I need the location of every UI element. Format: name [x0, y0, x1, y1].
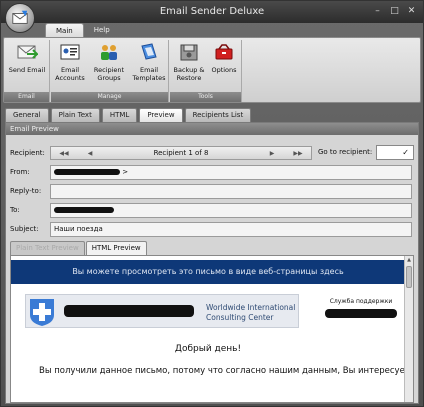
tab-recipients-list[interactable]: Recipients List [184, 108, 252, 122]
maximize-icon[interactable]: □ [387, 4, 402, 18]
from-label: From: [10, 168, 30, 176]
ribbon-group-label: Manage [51, 92, 168, 102]
next-recipient-icon[interactable]: ▶ [259, 150, 285, 157]
app-window: Email Sender Deluxe – □ ✕ Main Help Send… [0, 0, 424, 407]
previous-recipient-icon[interactable]: ◀ [77, 150, 103, 157]
tab-preview[interactable]: Preview [139, 108, 183, 122]
ribbon-tab-strip: Main Help [45, 23, 120, 37]
logo-line-1: Worldwide International [206, 303, 296, 312]
ribbon-tab-help[interactable]: Help [84, 23, 120, 37]
window-title: Email Sender Deluxe [159, 6, 265, 17]
html-preview-area: Вы можете просмотреть это письмо в виде … [10, 255, 414, 403]
logo-line-2: Consulting Center [206, 313, 274, 322]
tab-plain-text-preview[interactable]: Plain Text Preview [10, 241, 85, 255]
to-field[interactable] [50, 202, 412, 218]
reply-to-label: Reply-to: [10, 187, 42, 195]
shield-cross-icon [30, 299, 54, 326]
first-recipient-icon[interactable]: ◀◀ [51, 150, 77, 157]
to-label: To: [10, 206, 20, 214]
application-menu-button[interactable] [5, 3, 35, 33]
minimize-icon[interactable]: – [370, 4, 385, 18]
close-icon[interactable]: ✕ [404, 4, 419, 18]
preview-tab-strip: Plain Text Preview HTML Preview [10, 241, 147, 255]
window-controls: – □ ✕ [370, 4, 419, 18]
document-tab-strip: General Plain Text HTML Preview Recipien… [5, 108, 252, 122]
from-value-suffix: > [122, 167, 129, 176]
app-logo-icon [12, 10, 28, 24]
email-templates-icon [141, 43, 157, 60]
title-bar: Email Sender Deluxe – □ ✕ [1, 1, 423, 23]
ribbon-group-label: Email [4, 92, 49, 102]
email-templates-button[interactable]: Email Templates [131, 42, 167, 82]
options-button[interactable]: Options [208, 42, 240, 74]
tab-html-preview[interactable]: HTML Preview [85, 241, 147, 255]
from-row: From: > [10, 164, 412, 180]
ribbon-group-email: Send Email Email [4, 40, 50, 102]
reply-to-field[interactable] [50, 183, 412, 199]
tab-general[interactable]: General [5, 108, 49, 122]
redacted-scribble [54, 168, 120, 175]
last-recipient-icon[interactable]: ▶▶ [285, 150, 311, 157]
recipient-label: Recipient: [10, 149, 45, 157]
redacted-scribble [325, 309, 397, 318]
email-preview-panel: Email Preview Recipient: ◀◀ ◀ Recipient … [5, 122, 419, 404]
recipient-groups-label: Recipient Groups [93, 66, 125, 82]
email-accounts-button[interactable]: Email Accounts [53, 42, 87, 82]
reply-to-row: Reply-to: [10, 183, 412, 199]
ribbon-group-label: Tools [170, 92, 241, 102]
recipient-navigator: ◀◀ ◀ Recipient 1 of 8 ▶ ▶▶ [50, 146, 312, 160]
options-icon [215, 44, 233, 60]
checkmark-icon: ✓ [402, 148, 409, 157]
goto-recipient-dropdown[interactable]: ✓ [376, 145, 414, 160]
scroll-thumb[interactable] [406, 266, 412, 288]
support-label: Служба поддержки [329, 298, 393, 305]
preview-scrollbar[interactable]: ▲ [404, 256, 413, 402]
options-label: Options [211, 66, 237, 74]
backup-restore-label: Backup & Restore [173, 66, 205, 82]
greeting: Добрый день! [174, 344, 242, 354]
web-version-banner[interactable]: Вы можете просмотреть это письмо в виде … [11, 260, 405, 284]
tab-html[interactable]: HTML [101, 108, 138, 122]
email-accounts-label: Email Accounts [55, 66, 85, 82]
recipient-row: Recipient: [10, 145, 50, 161]
subject-label: Subject: [10, 225, 39, 233]
scroll-up-icon[interactable]: ▲ [405, 256, 413, 264]
email-accounts-icon [60, 44, 80, 60]
send-email-icon [17, 45, 40, 59]
subject-row: Subject: Наши поезда [10, 221, 412, 237]
backup-restore-icon [180, 44, 198, 61]
backup-restore-button[interactable]: Backup & Restore [172, 42, 206, 82]
send-email-label: Send Email [8, 66, 46, 74]
recipient-groups-icon [101, 45, 117, 60]
email-templates-label: Email Templates [132, 66, 166, 82]
redacted-scribble [64, 305, 194, 317]
goto-recipient-label: Go to recipient: [318, 148, 373, 156]
recipient-groups-button[interactable]: Recipient Groups [90, 42, 128, 82]
ribbon: Send Email Email Email Accounts Recipien… [3, 37, 421, 103]
redacted-scribble [54, 206, 114, 213]
panel-header: Email Preview [6, 123, 418, 135]
ribbon-group-tools: Backup & Restore Options Tools [170, 40, 242, 102]
from-field[interactable]: > [50, 164, 412, 180]
company-logo-banner: Worldwide International Consulting Cente… [25, 294, 299, 328]
recipient-counter: Recipient 1 of 8 [153, 149, 209, 157]
tab-plain-text[interactable]: Plain Text [50, 108, 100, 122]
send-email-button[interactable]: Send Email [6, 42, 48, 74]
to-row: To: [10, 202, 412, 218]
logo-text: Worldwide International Consulting Cente… [206, 303, 295, 323]
ribbon-group-manage: Email Accounts Recipient Groups Email Te… [51, 40, 169, 102]
support-block: Служба поддержки [321, 298, 401, 318]
ribbon-tab-main[interactable]: Main [45, 23, 84, 37]
body-text-line: Вы получили данное письмо, потому что со… [39, 366, 414, 376]
subject-field[interactable]: Наши поезда [50, 221, 412, 237]
